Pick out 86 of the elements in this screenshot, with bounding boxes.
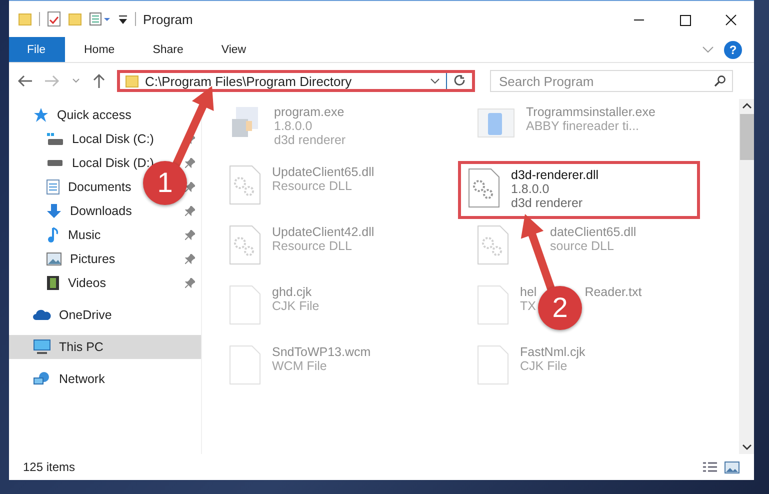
- music-note-icon: [46, 227, 60, 243]
- file-detail: d3d renderer: [511, 196, 583, 210]
- scroll-up-icon[interactable]: [742, 102, 752, 110]
- file-detail: Resource DLL: [272, 239, 352, 253]
- help-button[interactable]: ?: [724, 40, 742, 58]
- sidebar-item[interactable]: Pictures: [70, 252, 116, 266]
- file-detail: 1.8.0.0: [274, 119, 312, 133]
- file-detail: Resource DLL: [272, 179, 352, 193]
- pin-icon[interactable]: [185, 278, 195, 288]
- ribbon-tab[interactable]: Share: [134, 37, 202, 62]
- file-name: SndToWP13.wcm: [272, 345, 371, 359]
- monitor-icon: [33, 339, 51, 355]
- ribbon-tab[interactable]: View: [202, 37, 266, 62]
- up-arrow-icon[interactable]: [92, 73, 106, 89]
- scroll-thumb[interactable]: [740, 114, 754, 160]
- large-icons-view-icon[interactable]: [724, 460, 740, 474]
- file-name: FastNml.cjk: [520, 345, 586, 359]
- gear-file-icon: [228, 225, 262, 265]
- sidebar-item[interactable]: Music: [68, 228, 101, 242]
- search-input[interactable]: Search Program: [497, 72, 714, 90]
- scrollbar[interactable]: [739, 99, 754, 454]
- sidebar-item[interactable]: Network: [59, 372, 105, 386]
- sidebar-item[interactable]: Videos: [68, 276, 106, 290]
- network-icon: [33, 371, 51, 387]
- pin-icon[interactable]: [185, 206, 195, 216]
- file-name: Trogrammsinstaller.exe: [526, 105, 656, 119]
- file-name: hel: [520, 285, 537, 299]
- ribbon-tab[interactable]: File: [9, 37, 65, 62]
- blank-file-icon: [228, 345, 262, 385]
- file-detail: WCM File: [272, 359, 327, 373]
- address-dropdown-icon[interactable]: [430, 77, 440, 85]
- picture-icon: [46, 252, 62, 266]
- blank-file-icon: [476, 285, 510, 325]
- properties-icon[interactable]: [47, 11, 61, 27]
- document-icon: [46, 179, 60, 195]
- file-name: ghd.cjk: [272, 285, 312, 299]
- file-name: program.exe: [274, 105, 344, 119]
- address-bar[interactable]: C:\Program Files\Program Directory: [117, 70, 475, 92]
- file-name: UpdateClient42.dll: [272, 225, 374, 239]
- file-detail: 1.8.0.0: [511, 182, 550, 196]
- sidebar-item[interactable]: Quick access: [57, 108, 132, 122]
- file-detail: CJK File: [520, 359, 568, 373]
- star-icon: [33, 107, 49, 123]
- folder-icon: [125, 74, 139, 88]
- film-icon: [46, 275, 60, 291]
- details-view-icon[interactable]: [702, 460, 718, 474]
- view-layout-icon[interactable]: [89, 12, 111, 26]
- pin-icon[interactable]: [185, 158, 195, 168]
- drive-icon: [46, 132, 64, 146]
- recent-dropdown-icon[interactable]: [71, 77, 81, 85]
- pin-icon[interactable]: [185, 230, 195, 240]
- sidebar-item[interactable]: OneDrive: [59, 308, 112, 322]
- file-name: d3d-renderer.dll: [511, 168, 599, 182]
- pin-icon[interactable]: [185, 182, 195, 192]
- sidebar-item[interactable]: Downloads: [70, 204, 132, 218]
- scroll-down-icon[interactable]: [742, 443, 752, 451]
- pin-icon[interactable]: [185, 254, 195, 264]
- search-field[interactable]: Search Program: [490, 70, 733, 92]
- window-title: Program: [143, 12, 193, 26]
- file-name: dateClient65.dll: [550, 225, 636, 239]
- item-count: 125 items: [23, 460, 76, 474]
- sidebar-item[interactable]: Local Disk (C:): [72, 132, 154, 146]
- cloud-icon: [33, 309, 51, 321]
- blank-file-icon: [228, 285, 262, 325]
- search-icon: [714, 75, 726, 87]
- download-icon: [46, 203, 62, 219]
- customize-dropdown-icon[interactable]: [118, 13, 128, 25]
- file-name: Reader.txt: [584, 285, 642, 299]
- file-name: UpdateClient65.dll: [272, 165, 374, 179]
- expand-ribbon-icon[interactable]: [702, 46, 714, 54]
- file-detail: ABBY finereader ti...: [526, 119, 640, 133]
- sidebar-item[interactable]: This PC: [59, 340, 104, 354]
- ribbon-tab[interactable]: Home: [65, 37, 134, 62]
- gear-file-icon: [228, 165, 262, 205]
- file-detail: source DLL: [550, 239, 614, 253]
- blank-file-icon: [476, 345, 510, 385]
- sidebar-item[interactable]: Documents: [68, 180, 132, 194]
- gear-file-icon: [467, 168, 501, 208]
- refresh-icon[interactable]: [453, 74, 467, 88]
- file-detail: CJK File: [272, 299, 320, 313]
- file-detail: TX: [520, 299, 536, 313]
- file-detail: d3d renderer: [274, 133, 346, 147]
- drive-icon: [46, 159, 64, 167]
- file-item[interactable]: d3d-renderer.dll 1.8.0.0 d3d renderer: [458, 161, 700, 219]
- gear-file-icon: [476, 225, 510, 265]
- back-arrow-icon[interactable]: [17, 74, 33, 88]
